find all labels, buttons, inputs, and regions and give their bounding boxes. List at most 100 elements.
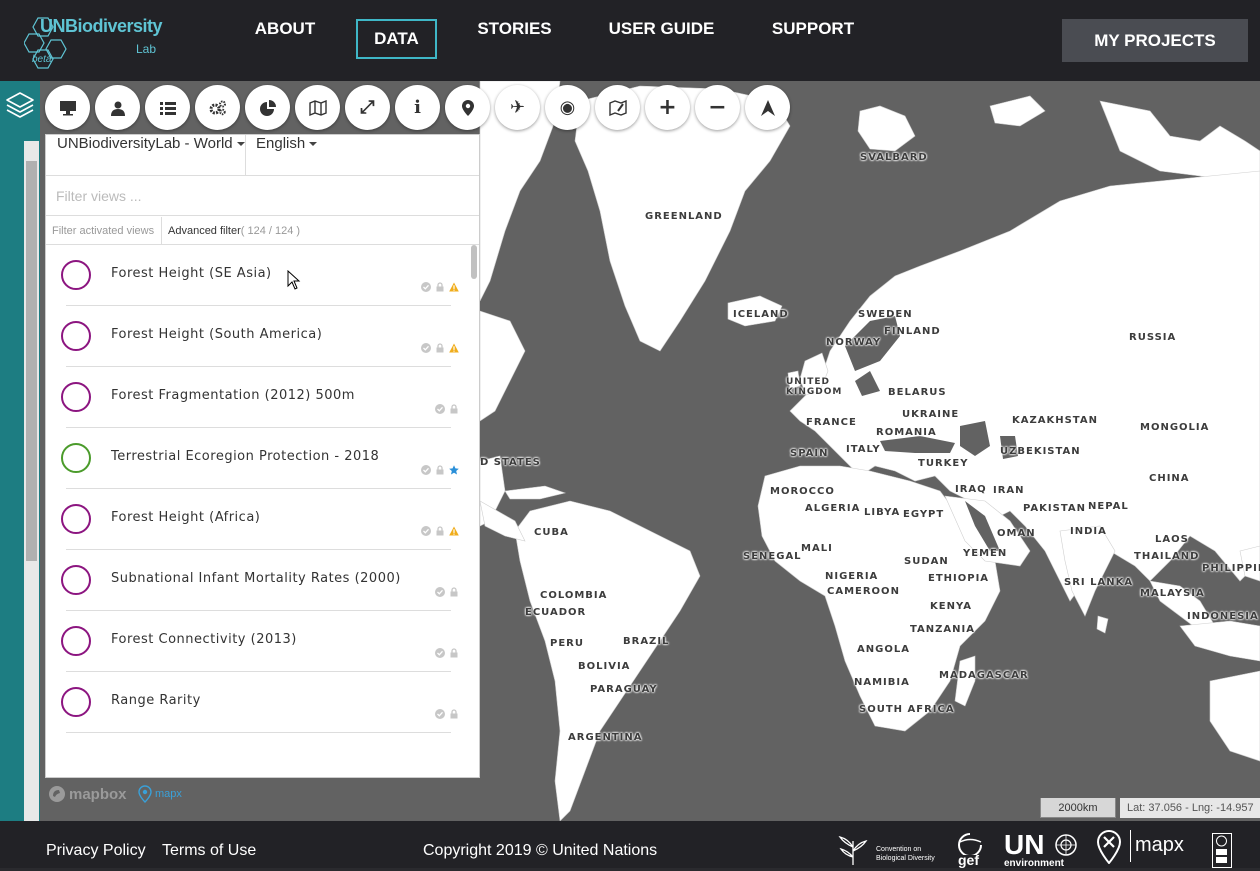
map-label-bolivia: BOLIVIA xyxy=(578,661,631,672)
mapbox-attribution[interactable]: mapbox xyxy=(48,785,127,803)
map-label-paraguay: PARAGUAY xyxy=(590,684,658,695)
map-label-yemen: YEMEN xyxy=(963,548,1008,559)
views-list: Forest Height (SE Asia) Forest Height (S… xyxy=(46,245,479,745)
un-emblem-icon xyxy=(1055,834,1077,856)
map-pin-icon[interactable] xyxy=(445,85,490,130)
view-toggle-checkbox[interactable] xyxy=(61,504,91,534)
map-label-kazakhstan: KAZAKHSTAN xyxy=(1012,415,1098,426)
target-icon[interactable]: ◉ xyxy=(545,85,590,130)
map-label-mali: MALI xyxy=(801,543,833,554)
terms-of-use-link[interactable]: Terms of Use xyxy=(162,842,256,860)
map-label-nepal: NEPAL xyxy=(1088,501,1129,512)
warning-icon xyxy=(449,282,459,292)
view-badges xyxy=(421,464,459,476)
info-icon[interactable]: i xyxy=(395,85,440,130)
lock-icon xyxy=(450,404,458,414)
map-label-laos: LAOS xyxy=(1155,534,1189,545)
language-dropdown-label: English xyxy=(256,135,306,152)
layers-icon[interactable] xyxy=(4,89,36,121)
nav-data[interactable]: DATA xyxy=(356,19,437,59)
draw-map-icon[interactable] xyxy=(595,85,640,130)
mapx-logo-pin-icon xyxy=(1097,830,1121,864)
mapx-logo[interactable]: mapx xyxy=(1097,830,1193,868)
fullscreen-icon[interactable]: ⤢ xyxy=(345,85,390,130)
logo-subtitle: Lab xyxy=(136,42,157,56)
lock-icon xyxy=(450,648,458,658)
panel-selectors: UNBiodiversityLab - World English xyxy=(46,135,479,176)
check-circle-icon xyxy=(435,587,445,597)
mapx-attribution[interactable]: mapx xyxy=(138,785,182,803)
user-icon[interactable] xyxy=(95,85,140,130)
monitor-icon[interactable] xyxy=(45,85,90,130)
view-toggle-checkbox[interactable] xyxy=(61,565,91,595)
footer: Privacy Policy Terms of Use Copyright 20… xyxy=(0,821,1260,869)
list-item[interactable]: Forest Connectivity (2013) xyxy=(61,611,458,672)
list-item[interactable]: Subnational Infant Mortality Rates (2000… xyxy=(61,550,458,611)
view-badges xyxy=(435,403,459,415)
left-sidebar-rail xyxy=(0,81,40,821)
mapx-logo-text: mapx xyxy=(1135,834,1184,856)
view-toggle-checkbox[interactable] xyxy=(61,687,91,717)
list-item[interactable]: Forest Height (Africa) xyxy=(61,489,459,550)
map-label-egypt: EGYPT xyxy=(903,509,945,520)
map-label-ecuador: ECUADOR xyxy=(525,607,587,618)
list-item[interactable]: Forest Height (South America) xyxy=(61,306,459,367)
unbiodiversity-lab-logo[interactable]: UNBiodiversity Lab beta xyxy=(24,14,164,70)
list-item[interactable]: Forest Height (SE Asia) xyxy=(61,245,459,306)
map-label-russia: RUSSIA xyxy=(1129,332,1177,343)
north-arrow-icon[interactable] xyxy=(745,85,790,130)
map-label-iran: IRAN xyxy=(993,485,1025,496)
mapx-logo-divider xyxy=(1130,830,1131,862)
pie-chart-icon[interactable] xyxy=(245,85,290,130)
map-label-iraq: IRAQ xyxy=(955,484,987,495)
nav-about[interactable]: ABOUT xyxy=(246,19,324,59)
un-environment-text: environment xyxy=(1004,858,1065,869)
filter-views-input[interactable] xyxy=(46,176,479,216)
views-list-scrollbar[interactable] xyxy=(469,245,479,745)
nav-stories[interactable]: STORIES xyxy=(470,19,559,59)
map-label-iceland: ICELAND xyxy=(733,309,789,320)
undp-logo[interactable] xyxy=(1212,833,1232,868)
views-list-scrollbar-thumb[interactable] xyxy=(471,245,477,279)
view-toggle-checkbox[interactable] xyxy=(61,626,91,656)
list-item[interactable]: Forest Fragmentation (2012) 500m xyxy=(61,367,458,428)
language-dropdown[interactable]: English xyxy=(246,135,346,176)
cbd-logo[interactable]: Convention on Biological Diversity xyxy=(836,833,936,868)
airplane-icon[interactable]: ✈ xyxy=(495,85,540,130)
advanced-filter-button[interactable]: Advanced filter( 124 / 124 ) xyxy=(168,217,300,245)
map-label-peru: PERU xyxy=(550,638,584,649)
settings-icon[interactable] xyxy=(195,85,240,130)
zoom-out-icon[interactable]: − xyxy=(695,85,740,130)
project-dropdown[interactable]: UNBiodiversityLab - World xyxy=(46,135,246,176)
view-toggle-checkbox[interactable] xyxy=(61,260,91,290)
map-icon[interactable] xyxy=(295,85,340,130)
list-item[interactable]: Range Rarity xyxy=(61,672,458,733)
cbd-logo-line2: Biological Diversity xyxy=(876,855,935,862)
nav-support[interactable]: SUPPORT xyxy=(764,19,862,59)
list-icon[interactable] xyxy=(145,85,190,130)
zoom-in-icon[interactable]: + xyxy=(645,85,690,130)
map-label-indonesia: INDONESIA xyxy=(1187,611,1259,622)
logo-title: UNBiodiversity xyxy=(40,16,163,36)
view-toggle-checkbox[interactable] xyxy=(61,321,91,351)
map-label-pakistan: PAKISTAN xyxy=(1023,503,1086,514)
filter-activated-views-toggle[interactable]: Filter activated views xyxy=(46,217,162,245)
map-label-brazil: BRAZIL xyxy=(623,636,670,647)
view-badges xyxy=(435,647,459,659)
map-label-uzbekistan: UZBEKISTAN xyxy=(1000,446,1081,457)
sidebar-scrollbar[interactable] xyxy=(24,141,39,821)
view-toggle-checkbox[interactable] xyxy=(61,382,91,412)
gef-logo[interactable]: gef xyxy=(955,833,987,868)
view-toggle-checkbox[interactable] xyxy=(61,443,91,473)
un-environment-logo[interactable]: UN environment xyxy=(1004,829,1080,869)
sidebar-scrollbar-thumb[interactable] xyxy=(26,161,37,561)
map-label-spain: SPAIN xyxy=(790,448,829,459)
privacy-policy-link[interactable]: Privacy Policy xyxy=(46,842,146,860)
map-label-south-africa: SOUTH AFRICA xyxy=(859,704,955,715)
my-projects-button[interactable]: MY PROJECTS xyxy=(1062,19,1248,62)
check-circle-icon xyxy=(435,404,445,414)
list-item[interactable]: Terrestrial Ecoregion Protection - 2018 xyxy=(61,428,459,489)
nav-user-guide[interactable]: USER GUIDE xyxy=(601,19,722,59)
map-label-madagascar: MADAGASCAR xyxy=(939,670,1029,681)
undp-emblem-icon xyxy=(1216,835,1227,863)
